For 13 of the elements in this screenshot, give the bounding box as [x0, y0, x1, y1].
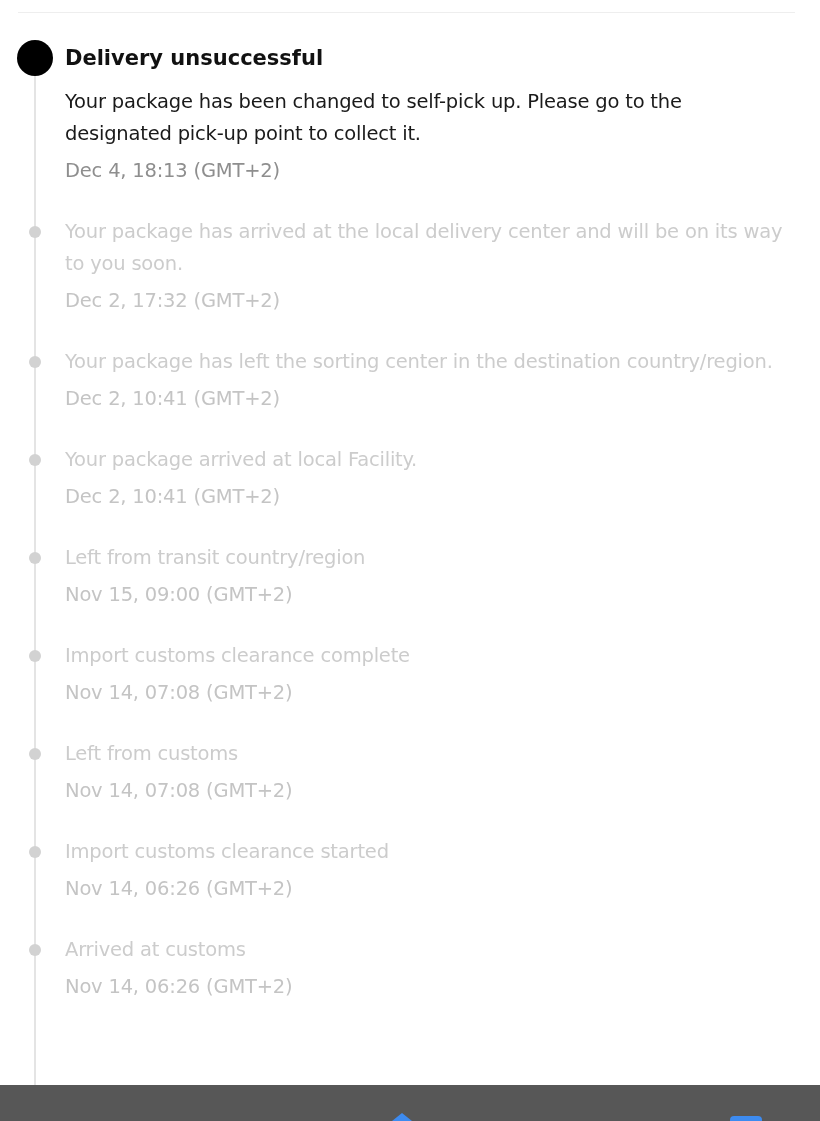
event-time: Nov 14, 06:26 (GMT+2) — [65, 876, 294, 902]
event-time: Dec 2, 10:41 (GMT+2) — [65, 386, 281, 412]
event-time: Dec 2, 10:41 (GMT+2) — [65, 484, 281, 510]
event-time: Nov 14, 07:08 (GMT+2) — [65, 778, 294, 804]
event-description: Your package has been changed to self-pick up. Please go to the designated pick-up point to collect it. — [65, 89, 683, 147]
tabs-icon[interactable] — [730, 1116, 762, 1121]
event-title: Delivery unsuccessful — [65, 45, 325, 72]
event-time: Nov 14, 07:08 (GMT+2) — [65, 680, 294, 706]
event-time: Nov 15, 09:00 (GMT+2) — [65, 582, 294, 608]
up-arrow-icon[interactable] — [390, 1113, 414, 1121]
event-time: Nov 14, 06:26 (GMT+2) — [65, 974, 294, 1000]
event-time: Dec 2, 17:32 (GMT+2) — [65, 288, 281, 314]
event-time: Dec 4, 18:13 (GMT+2) — [65, 158, 281, 184]
